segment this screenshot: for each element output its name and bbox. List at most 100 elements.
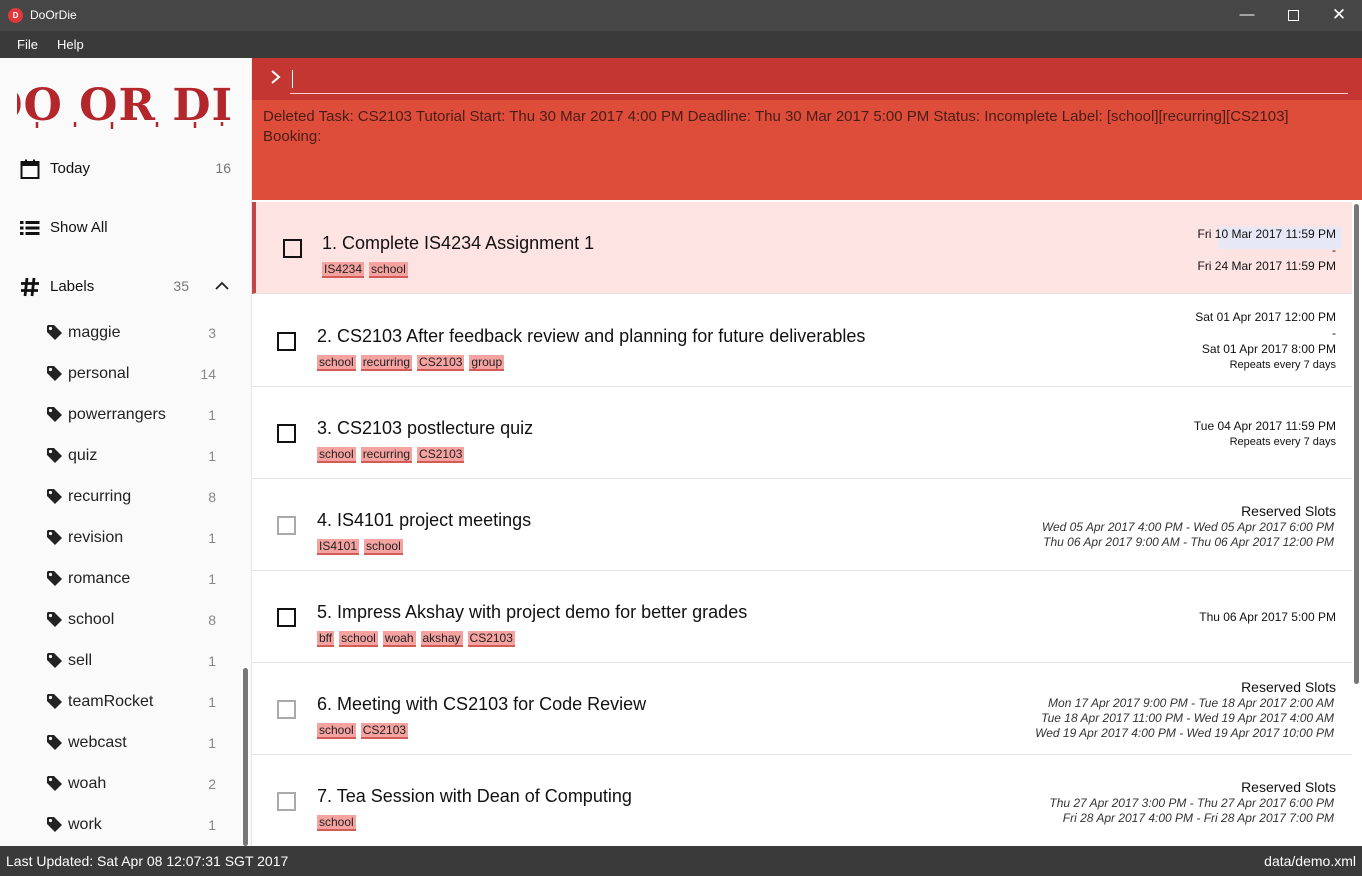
task-title: 3. CS2103 postlecture quiz: [317, 418, 534, 438]
sidebar-label-count: 1: [208, 530, 216, 546]
task-start-date: Sat 01 Apr 2017 12:00 PM: [1195, 310, 1336, 324]
list-icon: [20, 221, 40, 235]
task-list: 1. Complete IS4234 Assignment 1 IS4234 sc…: [252, 200, 1362, 846]
prompt-chevron-icon: [271, 70, 281, 84]
reserved-slots: Reserved Slots Wed 05 Apr 2017 4:00 PM -…: [1042, 502, 1336, 550]
sidebar-label-item[interactable]: maggie 3: [0, 315, 245, 351]
sidebar-label-count: 3: [208, 325, 216, 341]
sidebar-label-count: 8: [208, 489, 216, 505]
menu-bar: File Help: [0, 31, 1362, 58]
sidebar-label-count: 14: [200, 366, 216, 382]
date-separator: -: [1332, 326, 1336, 340]
task-title: 6. Meeting with CS2103 for Code Review: [317, 694, 647, 714]
task-row[interactable]: 3. CS2103 postlecture quiz school recurri…: [252, 387, 1352, 479]
reserved-slots: Reserved Slots Mon 17 Apr 2017 9:00 PM -…: [1035, 678, 1336, 741]
sidebar-label-name: woah: [68, 775, 107, 792]
nav-today[interactable]: Today 16: [0, 149, 245, 189]
task-list-scrollbar[interactable]: [1354, 204, 1359, 684]
task-row[interactable]: 5. Impress Akshay with project demo for …: [252, 571, 1352, 663]
tag-icon: [47, 571, 62, 586]
task-tags: bff school woah akshay CS2103: [317, 629, 520, 647]
menu-help[interactable]: Help: [57, 37, 84, 52]
task-title: 1. Complete IS4234 Assignment 1: [322, 233, 595, 253]
sidebar-label-count: 1: [208, 571, 216, 587]
sidebar-label-name: webcast: [68, 734, 127, 751]
sidebar-label-count: 1: [208, 694, 216, 710]
tag-icon: [47, 448, 62, 463]
task-checkbox[interactable]: [277, 516, 296, 535]
nav-show-all[interactable]: Show All: [0, 208, 245, 248]
sidebar-label-item[interactable]: quiz 1: [0, 438, 245, 474]
tag-icon: [47, 817, 62, 832]
sidebar-label-item[interactable]: school 8: [0, 602, 245, 638]
task-tag: woah: [382, 631, 416, 647]
sidebar-label-item[interactable]: recurring 8: [0, 479, 245, 515]
tag-icon: [47, 530, 62, 545]
sidebar-label-name: teamRocket: [68, 693, 154, 710]
task-checkbox[interactable]: [283, 239, 302, 258]
sidebar-label-item[interactable]: work 1: [0, 807, 245, 843]
task-checkbox[interactable]: [277, 792, 296, 811]
chevron-up-icon[interactable]: [212, 278, 232, 294]
task-checkbox[interactable]: [277, 332, 296, 351]
task-row[interactable]: 2. CS2103 After feedback review and plan…: [252, 295, 1352, 387]
hashtag-icon: [21, 277, 39, 297]
task-tag: school: [317, 723, 356, 739]
nav-labels[interactable]: Labels 35: [0, 267, 245, 307]
sidebar-label-item[interactable]: personal 14: [0, 356, 245, 392]
task-row[interactable]: 1. Complete IS4234 Assignment 1 IS4234 sc…: [252, 202, 1352, 294]
task-row[interactable]: 6. Meeting with CS2103 for Code Review s…: [252, 663, 1352, 755]
task-title: 2. CS2103 After feedback review and plan…: [317, 326, 866, 346]
task-tags: school recurring CS2103: [317, 445, 469, 463]
tag-icon: [47, 653, 62, 668]
task-row[interactable]: 4. IS4101 project meetings IS4101 school …: [252, 479, 1352, 571]
sidebar-label-item[interactable]: webcast 1: [0, 725, 245, 761]
sidebar: DO OR DIE Today 16 Show All: [0, 58, 252, 846]
sidebar-label-item[interactable]: powerrangers 1: [0, 397, 245, 433]
task-tags: school: [317, 813, 361, 831]
task-checkbox[interactable]: [277, 608, 296, 627]
sidebar-label-item[interactable]: sell 1: [0, 643, 245, 679]
task-row[interactable]: 7. Tea Session with Dean of Computing sc…: [252, 755, 1352, 846]
reserved-slot: Tue 18 Apr 2017 11:00 PM - Wed 19 Apr 20…: [1041, 711, 1334, 725]
task-tag: CS2103: [417, 447, 465, 463]
sidebar-label-name: maggie: [68, 324, 121, 341]
sidebar-label-item[interactable]: romance 1: [0, 561, 245, 597]
sidebar-label-item[interactable]: woah 2: [0, 766, 245, 802]
task-tag: CS2103: [417, 355, 465, 371]
sidebar-label-item[interactable]: teamRocket 1: [0, 684, 245, 720]
task-tag: school: [317, 815, 356, 831]
title-bar[interactable]: D DoOrDie — ✕: [0, 0, 1362, 31]
reserved-slot: Thu 27 Apr 2017 3:00 PM - Thu 27 Apr 201…: [1049, 796, 1334, 810]
task-tag: school: [339, 631, 378, 647]
task-dates: Fri 10 Mar 2017 11:59 PM - Fri 24 Mar 20…: [1197, 226, 1336, 275]
minimize-button[interactable]: —: [1224, 0, 1270, 31]
task-tag: recurring: [360, 355, 413, 371]
sidebar-label-count: 8: [208, 612, 216, 628]
sidebar-label-name: personal: [68, 365, 130, 382]
window-title: DoOrDie: [30, 8, 77, 22]
maximize-button[interactable]: [1270, 0, 1316, 31]
date-separator: -: [1332, 243, 1336, 257]
command-input[interactable]: [290, 66, 1348, 94]
reserved-slot: Wed 19 Apr 2017 4:00 PM - Wed 19 Apr 201…: [1035, 726, 1334, 740]
task-end-date: Sat 01 Apr 2017 8:00 PM: [1201, 342, 1336, 356]
task-tag: school: [369, 262, 408, 278]
sidebar-label-count: 1: [208, 817, 216, 833]
tag-icon: [47, 407, 62, 422]
task-tags: IS4234 school: [322, 260, 413, 278]
menu-file[interactable]: File: [17, 37, 38, 52]
reserved-slots-header: Reserved Slots: [1241, 779, 1336, 795]
sidebar-label-item[interactable]: revision 1: [0, 520, 245, 556]
close-button[interactable]: ✕: [1316, 0, 1362, 31]
task-title: 7. Tea Session with Dean of Computing: [317, 786, 632, 806]
task-tags: school CS2103: [317, 721, 413, 739]
sidebar-scrollbar[interactable]: [243, 668, 248, 846]
task-checkbox[interactable]: [277, 700, 296, 719]
task-checkbox[interactable]: [277, 424, 296, 443]
sidebar-label-name: powerrangers: [68, 406, 166, 423]
sidebar-label-count: 1: [208, 653, 216, 669]
maximize-icon: [1287, 9, 1299, 21]
task-tag: CS2103: [360, 723, 409, 739]
tag-icon: [47, 612, 62, 627]
